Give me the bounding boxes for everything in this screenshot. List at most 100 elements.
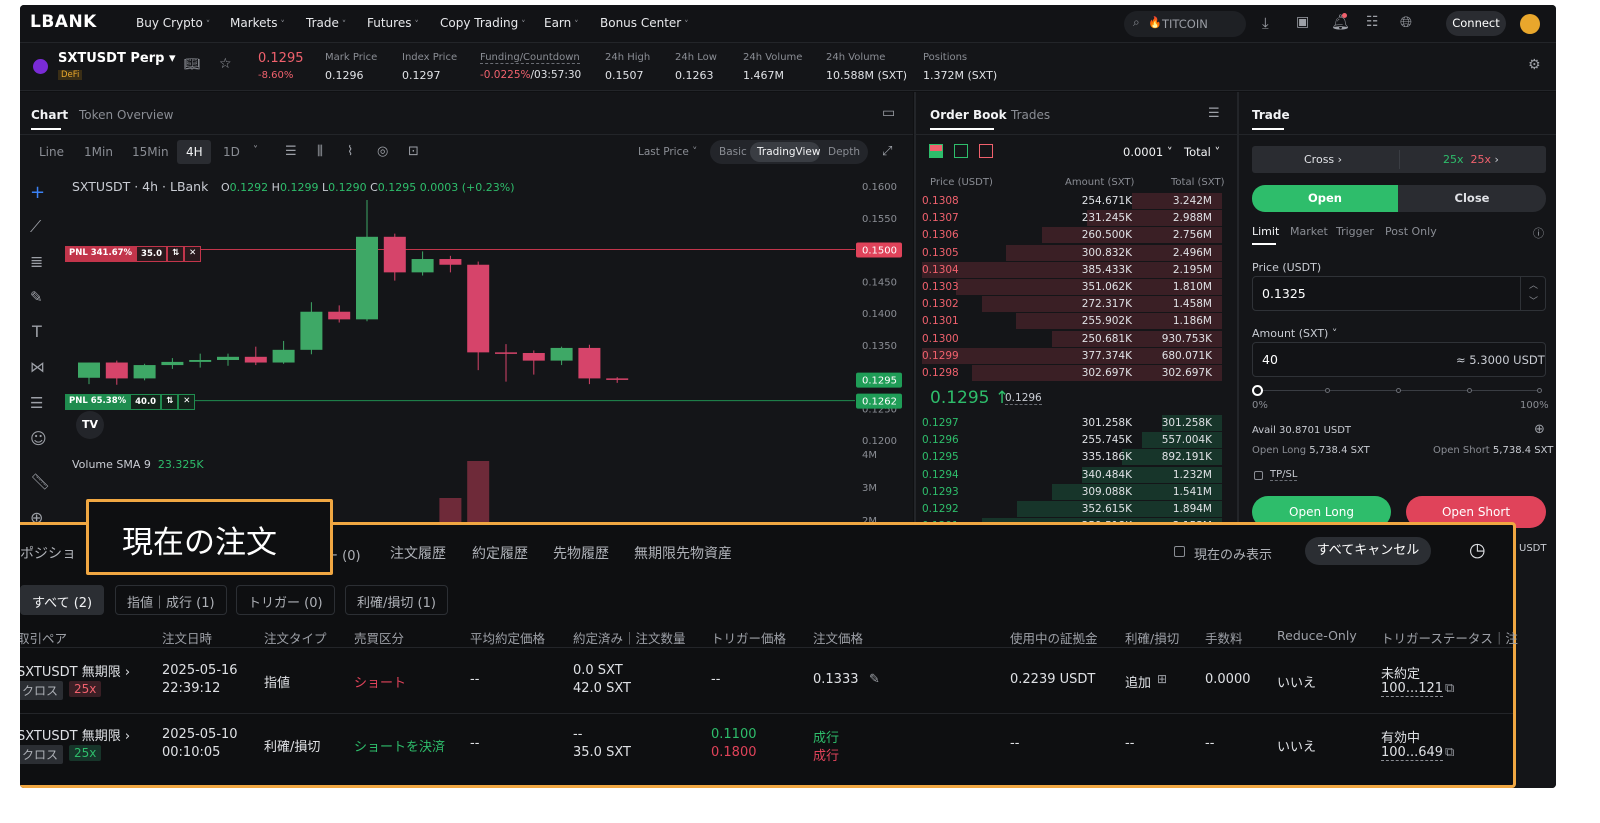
history-clock-icon[interactable]: ◷ (1469, 539, 1486, 561)
price-input[interactable]: 0.1325 ︿ ﹀ (1252, 276, 1546, 311)
nav-trade[interactable]: Trade (306, 16, 346, 30)
bid-row[interactable]: 0.1292 352.615K 1.894M (922, 501, 1222, 518)
close-icon[interactable]: ✕ (178, 394, 196, 410)
ask-row[interactable]: 0.1307 231.245K 2.988M (922, 210, 1222, 227)
sliders-icon[interactable]: ☰ (1208, 106, 1220, 121)
view-both-icon[interactable] (929, 144, 943, 158)
bid-row[interactable]: 0.1295 335.186K 892.191K (922, 449, 1222, 466)
order-type-limit[interactable]: Limit (1252, 225, 1279, 238)
pair-selector[interactable]: SXTUSDT Perp ▾ (58, 51, 175, 66)
reverse-icon[interactable]: ⇅ (167, 246, 185, 262)
ask-row[interactable]: 0.1298 302.697K 302.697K (922, 365, 1222, 382)
add-box-icon[interactable]: ⊞ (1157, 672, 1167, 686)
amount-label[interactable]: Amount (SXT) ˅ (1252, 327, 1337, 340)
edit-icon[interactable]: ✎ (869, 672, 880, 687)
tab-order-book[interactable]: Order Book (930, 108, 1007, 122)
row-price: 0.1297 (922, 417, 959, 429)
slider-dot[interactable] (1537, 388, 1542, 393)
ask-row[interactable]: 0.1303 351.062K 1.810M (922, 279, 1222, 296)
nav-bonus-center[interactable]: Bonus Center (600, 16, 689, 30)
nav-futures[interactable]: Futures (367, 16, 419, 30)
row-price: 0.1306 (922, 229, 959, 242)
view-bids-icon[interactable] (954, 144, 968, 158)
cross-button[interactable]: Cross › (1304, 153, 1342, 166)
ask-row[interactable]: 0.1306 260.500K 2.756M (922, 227, 1222, 244)
row-price: 0.1308 (922, 195, 959, 207)
order-type-market[interactable]: Market (1290, 225, 1328, 238)
tab-trade-history[interactable]: 約定履歴 (472, 543, 528, 563)
ask-row[interactable]: 0.1302 272.317K 1.458M (922, 296, 1222, 313)
row-pair[interactable]: SXTUSDT 無期限 › (20, 725, 130, 744)
settings-icon[interactable]: ⚙ (1528, 57, 1541, 73)
ask-row[interactable]: 0.1300 250.681K 930.753K (922, 330, 1222, 348)
step-up-icon[interactable]: ︿ (1529, 278, 1538, 291)
ask-row[interactable]: 0.1308 254.671K 3.242M (922, 193, 1222, 210)
tab-trades[interactable]: Trades (1011, 108, 1050, 122)
bid-row[interactable]: 0.1296 255.745K 557.004K (922, 432, 1222, 449)
close-icon[interactable]: ✕ (184, 246, 202, 262)
copy-icon[interactable]: ⧉ (1445, 745, 1454, 760)
position-tag-short[interactable]: PNL 341.67% 35.0 ⇅ ✕ (65, 246, 202, 262)
view-asks-icon[interactable] (979, 144, 993, 158)
amount-input[interactable]: 40 ≈ 5.3000 USDT (1252, 342, 1546, 377)
globe-icon[interactable]: 🌐︎ (1400, 13, 1412, 31)
nav-markets[interactable]: Markets (230, 16, 285, 30)
margin-mode-bar: Cross › 25x 25x › (1252, 146, 1546, 173)
help-icon[interactable]: ⓘ (1533, 225, 1544, 241)
current-only-checkbox[interactable] (1174, 546, 1185, 557)
nav-earn[interactable]: Earn (544, 16, 579, 30)
wallet-icon[interactable]: ▣ (1296, 14, 1309, 30)
row-total: 2.496M (1172, 246, 1212, 259)
orders-icon[interactable]: ☷ (1366, 14, 1379, 30)
subtab-trigger[interactable]: トリガー (0) (236, 585, 335, 615)
subtab-all[interactable]: すべて (2) (20, 585, 105, 615)
total-select[interactable]: Total ˅ (1184, 145, 1220, 159)
ask-row[interactable]: 0.1299 377.374K 680.071K (922, 347, 1222, 365)
tab-positions[interactable]: ポジショ (20, 543, 76, 563)
nav-buy-crypto[interactable]: Buy Crypto (136, 16, 210, 30)
bid-row[interactable]: 0.1297 301.258K 301.258K (922, 415, 1222, 432)
reverse-icon[interactable]: ⇅ (161, 394, 179, 410)
search-box[interactable]: ⌕ 🔥 TITCOIN (1124, 11, 1246, 37)
tpsl-cell[interactable]: 追加 (1125, 672, 1151, 691)
download-icon[interactable]: ⤓ (1262, 14, 1269, 32)
tab-order-history[interactable]: 注文履歴 (390, 543, 446, 563)
ask-row[interactable]: 0.1304 385.433K 2.195M (922, 261, 1222, 279)
tab-perpetual-assets[interactable]: 無期限先物資産 (634, 543, 732, 563)
tick-size-select[interactable]: 0.0001 ˅ (1123, 145, 1173, 159)
ask-row[interactable]: 0.1305 300.832K 2.496M (922, 244, 1222, 262)
row-total: 1.541M (1172, 485, 1212, 498)
tpsl-checkbox[interactable] (1254, 471, 1263, 480)
tab-futures-history[interactable]: 先物履歴 (553, 543, 609, 563)
logo[interactable]: LBANK (30, 12, 97, 32)
stat-value: 1.372M (SXT) (923, 69, 998, 82)
slider-handle[interactable] (1252, 385, 1263, 396)
avatar[interactable] (1520, 14, 1540, 34)
bell-icon[interactable]: 🔔︎ (1331, 13, 1350, 31)
close-tab[interactable]: Close (1398, 185, 1546, 212)
ask-row[interactable]: 0.1301 255.902K 1.186M (922, 313, 1222, 330)
step-down-icon[interactable]: ﹀ (1529, 294, 1538, 307)
star-icon[interactable]: ☆ (219, 56, 232, 72)
divider (20, 713, 1513, 714)
row-pair[interactable]: SXTUSDT 無期限 › (20, 661, 130, 680)
cancel-all-button[interactable]: すべてキャンセル (1305, 537, 1431, 565)
slider-dot[interactable] (1396, 388, 1401, 393)
leverage-button[interactable]: 25x 25x › (1443, 153, 1499, 166)
order-type-trigger[interactable]: Trigger (1336, 225, 1374, 238)
row-amount: 300.832K (1081, 246, 1132, 259)
book-icon[interactable]: 📖︎ (184, 57, 201, 72)
connect-button[interactable]: Connect (1446, 11, 1506, 36)
slider-dot[interactable] (1467, 388, 1472, 393)
bid-row[interactable]: 0.1294 340.484K 1.232M (922, 466, 1222, 484)
slider-dot[interactable] (1325, 388, 1330, 393)
nav-copy-trading[interactable]: Copy Trading (440, 16, 526, 30)
position-tag-long[interactable]: PNL 65.38% 40.0 ⇅ ✕ (65, 394, 196, 410)
subtab-limit-market[interactable]: 指値｜成行 (1) (115, 585, 227, 615)
subtab-tpsl[interactable]: 利確/損切 (1) (345, 585, 448, 615)
add-circle-icon[interactable]: ⊕ (1534, 422, 1545, 437)
bid-row[interactable]: 0.1293 309.088K 1.541M (922, 483, 1222, 501)
open-tab[interactable]: Open (1252, 185, 1398, 212)
order-type-post-only[interactable]: Post Only (1385, 225, 1437, 238)
copy-icon[interactable]: ⧉ (1445, 681, 1454, 696)
